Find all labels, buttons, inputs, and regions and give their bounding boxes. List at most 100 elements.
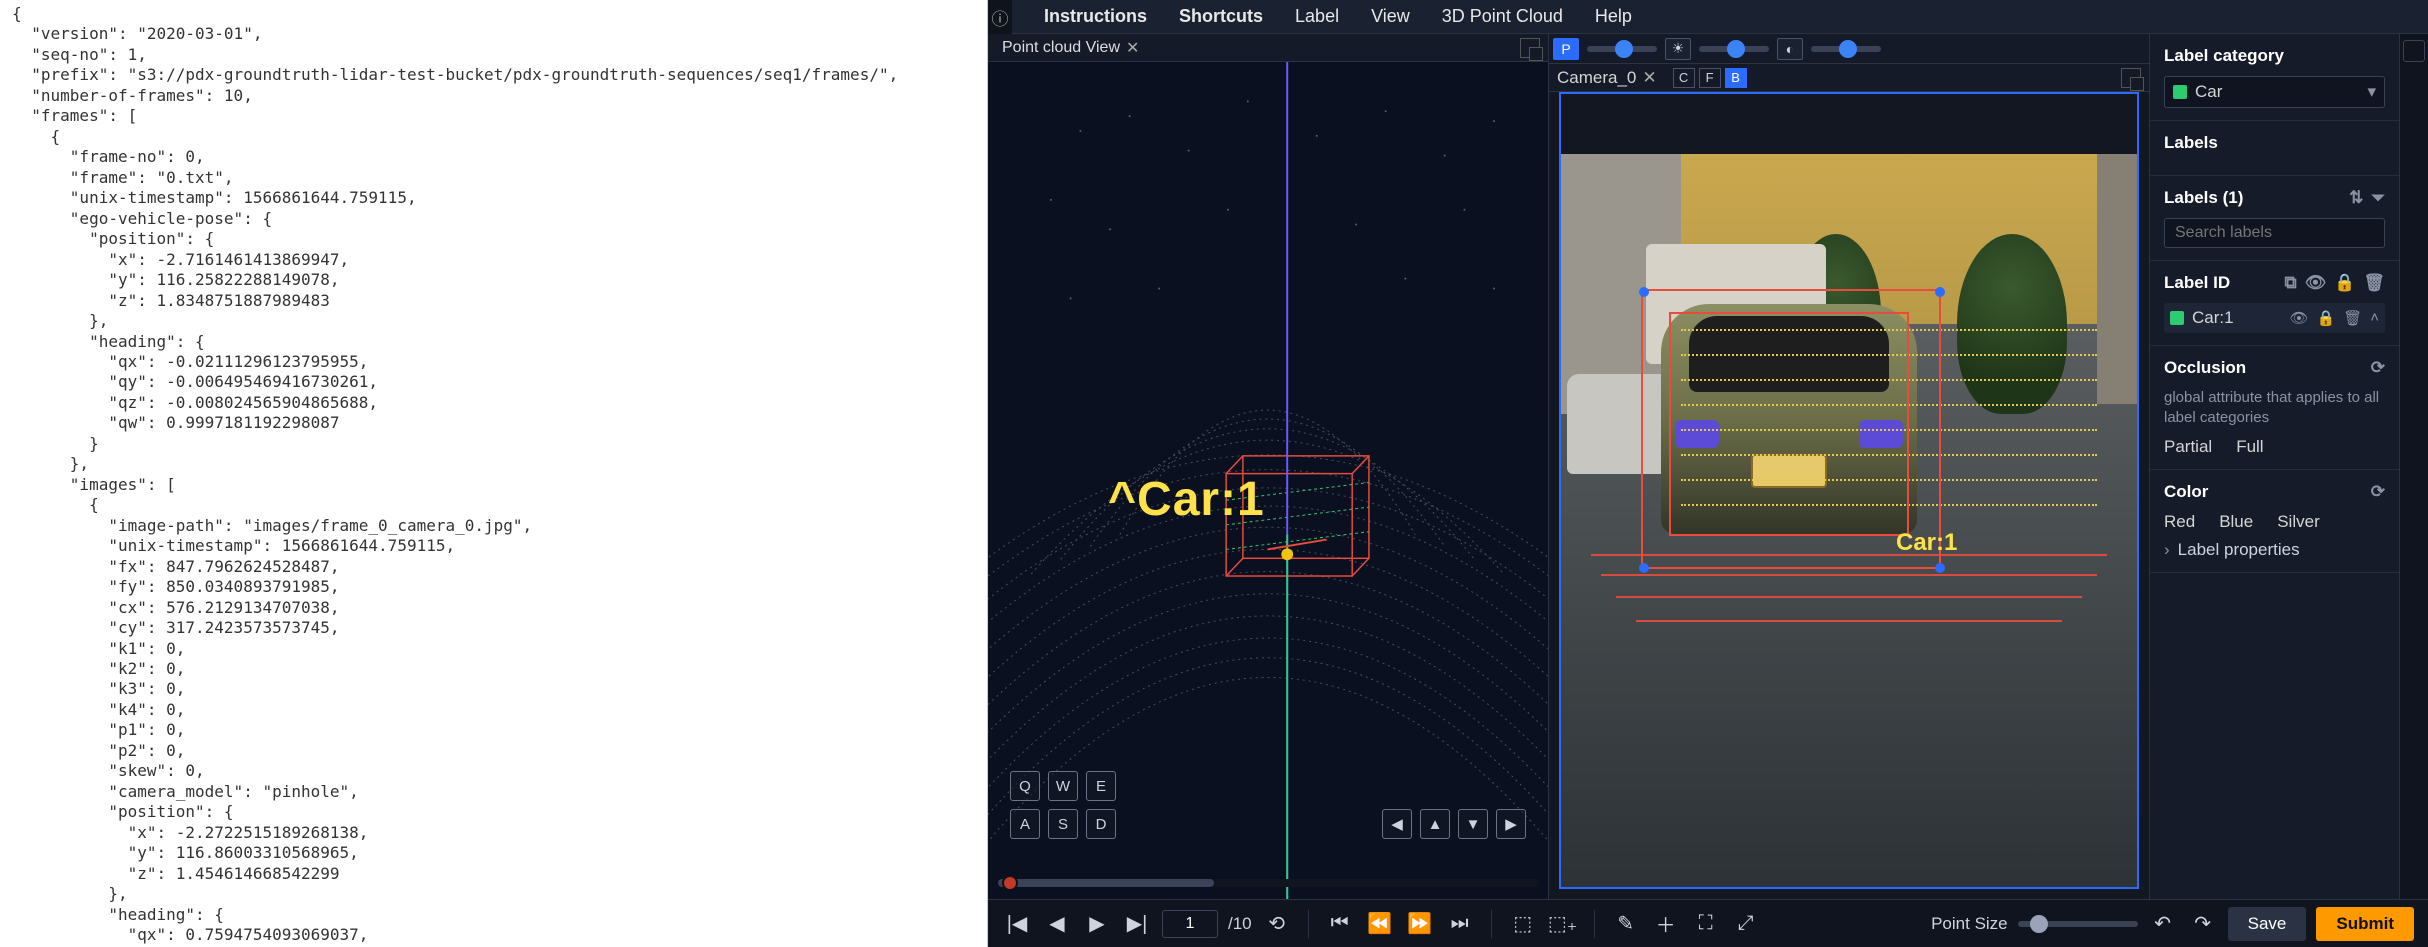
occlusion-section: Occlusion ⟳ global attribute that applie…: [2150, 346, 2399, 470]
camera-toolbar: P ☀ ◐: [1549, 34, 2149, 64]
sidebar: Label category Car ▾ Labels Labels (1) ⇅…: [2150, 34, 2400, 899]
redo-icon[interactable]: ↷: [2188, 909, 2218, 939]
occlusion-hint: global attribute that applies to all lab…: [2164, 388, 2385, 429]
pc-timeline[interactable]: [998, 879, 1538, 887]
bottom-toolbar: |◀ ◀ ▶ ▶| /10 ⟲ ⏮ ⏪ ⏩ ⏭ ⬚ ⬚₊ ✎ ＋ ⛶ ⤢ Poi…: [988, 899, 2428, 947]
label-swatch: [2170, 311, 2184, 325]
info-icon[interactable]: ⓘ: [988, 0, 1012, 34]
delete-icon[interactable]: 🗑: [2343, 309, 2362, 327]
save-button[interactable]: Save: [2228, 907, 2307, 941]
brightness-icon[interactable]: ☀: [1665, 38, 1691, 60]
label-category-select[interactable]: Car ▾: [2164, 76, 2385, 108]
step-fwd-icon[interactable]: ⏩: [1405, 909, 1435, 939]
submit-button[interactable]: Submit: [2316, 907, 2414, 941]
cam-mode-c[interactable]: C: [1673, 68, 1695, 88]
key-w: W: [1048, 771, 1078, 801]
point-size-slider[interactable]: [2018, 921, 2138, 927]
label-row[interactable]: Car:1 👁 🔒 🗑 ˄: [2164, 303, 2385, 333]
pc-tab[interactable]: Point cloud View ✕: [996, 36, 1145, 60]
projection-toggle[interactable]: P: [1553, 38, 1579, 60]
edit-icon[interactable]: ✎: [1611, 909, 1641, 939]
key-up: ▲: [1420, 809, 1450, 839]
camera-tab-title[interactable]: Camera_0: [1557, 68, 1636, 88]
cam-mode-b[interactable]: B: [1725, 68, 1747, 88]
close-icon[interactable]: ✕: [1642, 68, 1656, 88]
bbox-inner[interactable]: [1669, 312, 1909, 536]
lock-icon[interactable]: 🔒: [2334, 273, 2355, 293]
next-frame-button[interactable]: ▶|: [1122, 909, 1152, 939]
first-frame-button[interactable]: |◀: [1002, 909, 1032, 939]
menu-help[interactable]: Help: [1595, 6, 1632, 27]
camera-frame: SHERIFF: [1559, 92, 2139, 889]
popout-icon[interactable]: [2121, 68, 2141, 88]
fit-icon[interactable]: ⛶: [1691, 909, 1721, 939]
label-category-value: Car: [2195, 82, 2222, 102]
camera-view[interactable]: SHERIFF: [1549, 92, 2149, 899]
key-left: ◀: [1382, 809, 1412, 839]
projection-slider[interactable]: [1587, 46, 1657, 52]
workspace: Point cloud View ✕: [988, 34, 2428, 899]
label-properties-toggle[interactable]: Label properties: [2164, 540, 2385, 560]
step-back-icon[interactable]: ⏪: [1365, 909, 1395, 939]
chevron-up-icon[interactable]: ˄: [2370, 309, 2379, 327]
delete-icon[interactable]: 🗑: [2363, 273, 2385, 293]
labels-title: Labels: [2164, 133, 2218, 153]
label-properties-text: Label properties: [2178, 540, 2300, 560]
visibility-icon[interactable]: 👁: [2305, 273, 2327, 293]
cube-add-icon[interactable]: ⬚₊: [1548, 909, 1578, 939]
contrast-slider[interactable]: [1811, 46, 1881, 52]
occlusion-partial[interactable]: Partial: [2164, 437, 2212, 457]
loop-icon[interactable]: ⟲: [1262, 909, 1292, 939]
brightness-slider[interactable]: [1699, 46, 1769, 52]
frame-input[interactable]: [1162, 910, 1218, 938]
visibility-icon[interactable]: 👁: [2289, 309, 2308, 327]
menu-shortcuts[interactable]: Shortcuts: [1179, 6, 1263, 27]
refresh-icon[interactable]: ⟳: [2371, 482, 2385, 502]
occlusion-title: Occlusion: [2164, 358, 2246, 378]
point-cloud-view[interactable]: ^Car:1 Q W E A S D ◀ ▲ ▼: [988, 62, 1548, 899]
search-labels-input[interactable]: [2164, 218, 2385, 248]
refresh-icon[interactable]: ⟳: [2371, 358, 2385, 378]
label-row-text: Car:1: [2192, 308, 2234, 328]
play-button[interactable]: ▶: [1082, 909, 1112, 939]
menu-view[interactable]: View: [1371, 6, 1410, 27]
cam-mode-f[interactable]: F: [1699, 68, 1721, 88]
sort-icon[interactable]: ⇅: [2349, 188, 2363, 208]
camera-scene: SHERIFF: [1561, 94, 2137, 887]
panel-toggle-icon[interactable]: [2403, 40, 2425, 62]
timeline-knob[interactable]: [1002, 875, 1018, 891]
menubar: Instructions Shortcuts Label View 3D Poi…: [988, 0, 2428, 34]
labels-count-title: Labels (1): [2164, 188, 2243, 208]
add-icon[interactable]: ＋: [1651, 909, 1681, 939]
cube-tool-icon[interactable]: ⬚: [1508, 909, 1538, 939]
key-down: ▼: [1458, 809, 1488, 839]
key-d: D: [1086, 809, 1116, 839]
timeline-fill: [998, 879, 1214, 887]
color-section: Color ⟳ Red Blue Silver Label properties: [2150, 470, 2399, 573]
contrast-icon[interactable]: ◐: [1777, 38, 1803, 60]
lock-icon[interactable]: 🔒: [2317, 309, 2336, 327]
undo-icon[interactable]: ↶: [2148, 909, 2178, 939]
filter-icon[interactable]: ⏷: [2371, 188, 2385, 208]
menu-instructions[interactable]: Instructions: [1044, 6, 1147, 27]
prev-frame-button[interactable]: ◀: [1042, 909, 1072, 939]
json-source: { "version": "2020-03-01", "seq-no": 1, …: [12, 4, 975, 947]
key-q: Q: [1010, 771, 1040, 801]
skip-fwd-icon[interactable]: ⏭: [1445, 909, 1475, 939]
menu-3d-point-cloud[interactable]: 3D Point Cloud: [1442, 6, 1563, 27]
fullscreen-icon[interactable]: ⤢: [1731, 909, 1761, 939]
popout-icon[interactable]: [1520, 38, 1540, 58]
color-blue[interactable]: Blue: [2219, 512, 2253, 532]
point-size-label: Point Size: [1931, 914, 2008, 934]
color-silver[interactable]: Silver: [2277, 512, 2320, 532]
building: [2097, 154, 2137, 404]
label-id-section: Label ID ⧉ 👁 🔒 🗑 Car:1 👁 🔒 🗑: [2150, 261, 2399, 346]
occlusion-full[interactable]: Full: [2236, 437, 2263, 457]
key-a: A: [1010, 809, 1040, 839]
color-red[interactable]: Red: [2164, 512, 2195, 532]
menu-label[interactable]: Label: [1295, 6, 1339, 27]
close-icon[interactable]: ✕: [1126, 38, 1139, 58]
duplicate-icon[interactable]: ⧉: [2285, 273, 2297, 293]
skip-back-icon[interactable]: ⏮: [1325, 909, 1355, 939]
label-id-title: Label ID: [2164, 273, 2230, 293]
